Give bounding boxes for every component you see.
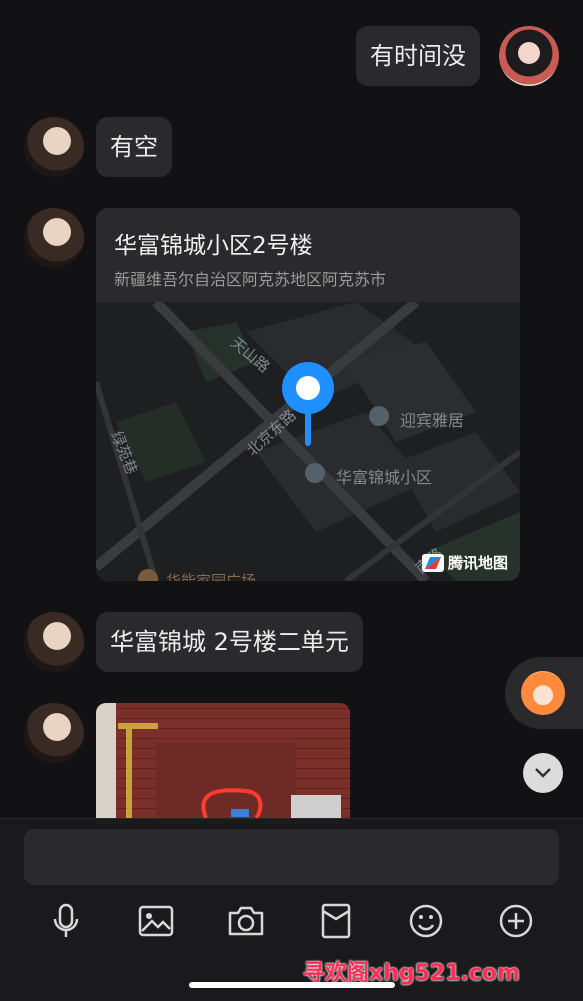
image-icon[interactable] [136, 901, 176, 941]
map-brand: 腾讯地图 [421, 552, 508, 573]
red-packet-icon[interactable] [316, 901, 356, 941]
my-avatar[interactable] [499, 26, 559, 86]
map-preview[interactable]: 天山路 北京东路 绿苑巷 迎宾雅居 华富锦城小区 华能家园广场 南路 腾讯地图 [96, 302, 520, 581]
chevron-down-icon [535, 768, 551, 778]
contact-avatar[interactable] [24, 612, 84, 672]
map-brand-text: 腾讯地图 [447, 554, 508, 572]
location-address: 新疆维吾尔自治区阿克苏地区阿克苏市 [114, 270, 387, 289]
floating-assistant[interactable] [505, 657, 583, 729]
message-bubble-sent[interactable]: 有时间没 [356, 26, 480, 86]
map-label-poi: 华能家园广场 [166, 572, 257, 581]
photo-message[interactable] [96, 703, 350, 818]
location-title: 华富锦城小区2号楼 [114, 233, 313, 259]
tencent-map-logo-icon [421, 553, 444, 572]
microphone-icon[interactable] [46, 901, 86, 941]
contact-avatar[interactable] [24, 117, 84, 177]
emoji-icon[interactable] [406, 901, 446, 941]
contact-avatar[interactable] [24, 208, 84, 268]
message-input[interactable] [24, 829, 559, 885]
message-bubble-received[interactable]: 华富锦城 2号楼二单元 [96, 612, 363, 672]
camera-icon[interactable] [226, 901, 266, 941]
home-indicator[interactable] [189, 982, 395, 988]
map-graphic [96, 302, 520, 581]
assistant-avatar [521, 671, 565, 715]
location-card[interactable]: 华富锦城小区2号楼 新疆维吾尔自治区阿克苏地区阿克苏市 天山路 北京东路 绿苑巷… [96, 208, 520, 581]
map-label-poi: 迎宾雅居 [400, 411, 465, 430]
scroll-to-bottom-button[interactable] [523, 753, 563, 793]
contact-avatar[interactable] [24, 703, 84, 763]
message-bubble-received[interactable]: 有空 [96, 117, 172, 177]
photo-content [96, 703, 341, 818]
plus-icon[interactable] [496, 901, 536, 941]
map-label-poi: 华富锦城小区 [336, 468, 433, 487]
